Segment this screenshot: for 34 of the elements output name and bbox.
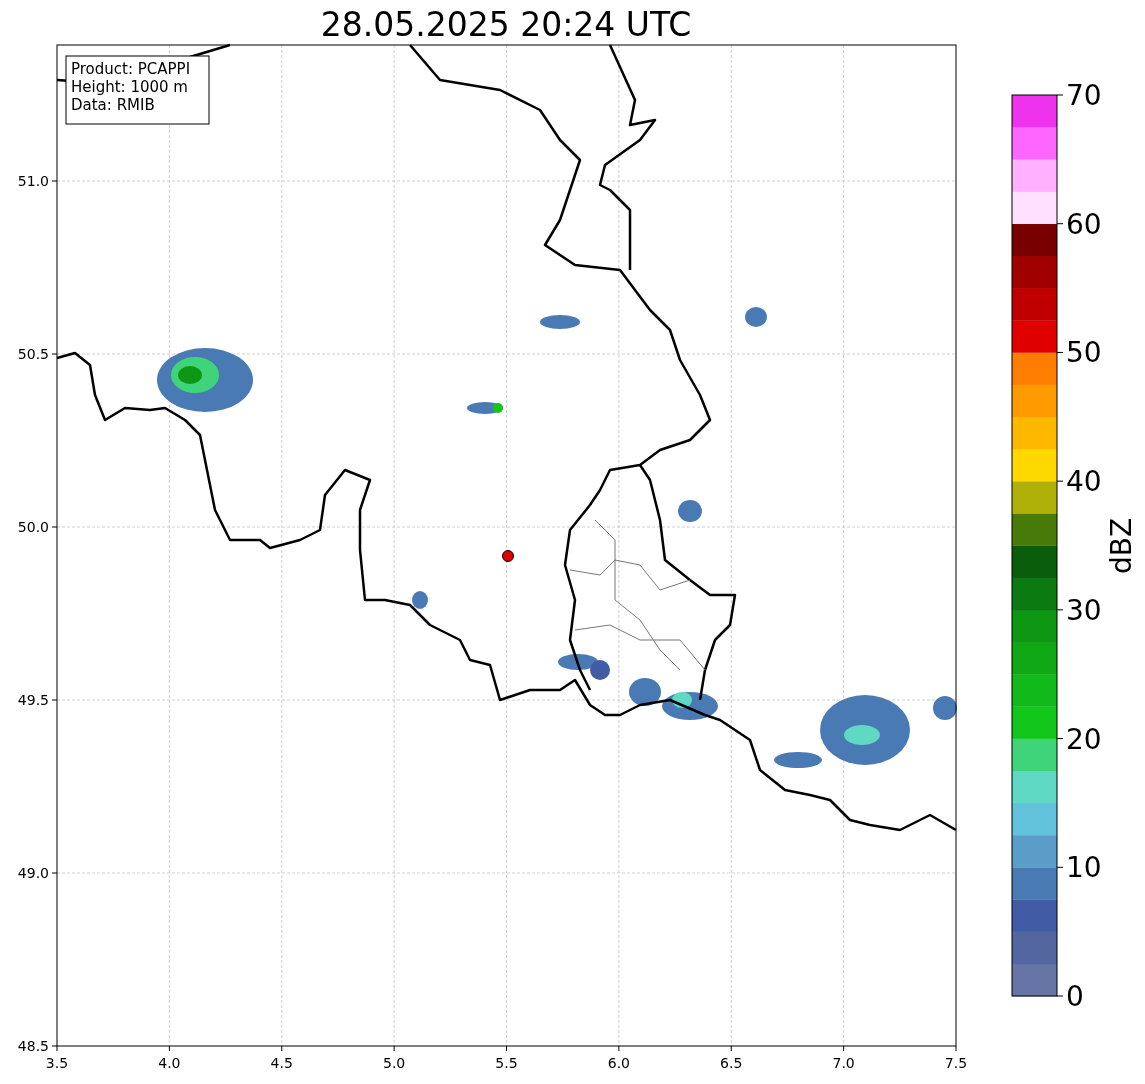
tick-label: 0 — [1066, 980, 1084, 1013]
tick-label: 5.0 — [383, 1055, 406, 1071]
radar-echo — [412, 591, 428, 609]
tick-label: 50 — [1066, 336, 1102, 370]
tick-label: 50.5 — [17, 346, 49, 362]
chart-title: 28.05.2025 20:24 UTC — [320, 5, 692, 44]
tick-label: 5.5 — [495, 1055, 518, 1071]
tick-label: 40 — [1066, 465, 1102, 499]
tick-label: 3.5 — [45, 1055, 69, 1071]
tick-label: 7.5 — [944, 1055, 968, 1071]
tick-label: 50.0 — [17, 519, 49, 535]
tick-label: 6.5 — [720, 1055, 743, 1071]
tick-label: 30 — [1066, 593, 1102, 627]
tick-label: 10 — [1066, 851, 1102, 885]
tick-label: 6.0 — [607, 1055, 630, 1071]
radar-echo — [540, 315, 580, 329]
tick-label: 70 — [1066, 79, 1102, 112]
info-text: Height: 1000 m — [71, 78, 188, 96]
tick-label: 60 — [1066, 207, 1102, 241]
radar-echo — [933, 696, 957, 720]
info-text: Data: RMIB — [71, 96, 155, 114]
tick-label: 51.0 — [17, 173, 49, 189]
tick-label: 49.0 — [17, 865, 49, 881]
radar-echo — [745, 307, 767, 327]
tick-label: 7.0 — [832, 1055, 855, 1071]
colorbar-label: dBZ — [1105, 517, 1138, 575]
tick-label: 48.5 — [17, 1038, 49, 1054]
radar-echo — [678, 500, 702, 522]
tick-label: 4.0 — [158, 1055, 181, 1071]
station-marker — [502, 550, 514, 562]
tick-label: 20 — [1066, 722, 1102, 756]
tick-label: 49.5 — [17, 692, 49, 708]
tick-label: 4.5 — [270, 1055, 293, 1071]
info-text: Product: PCAPPI — [71, 60, 191, 78]
